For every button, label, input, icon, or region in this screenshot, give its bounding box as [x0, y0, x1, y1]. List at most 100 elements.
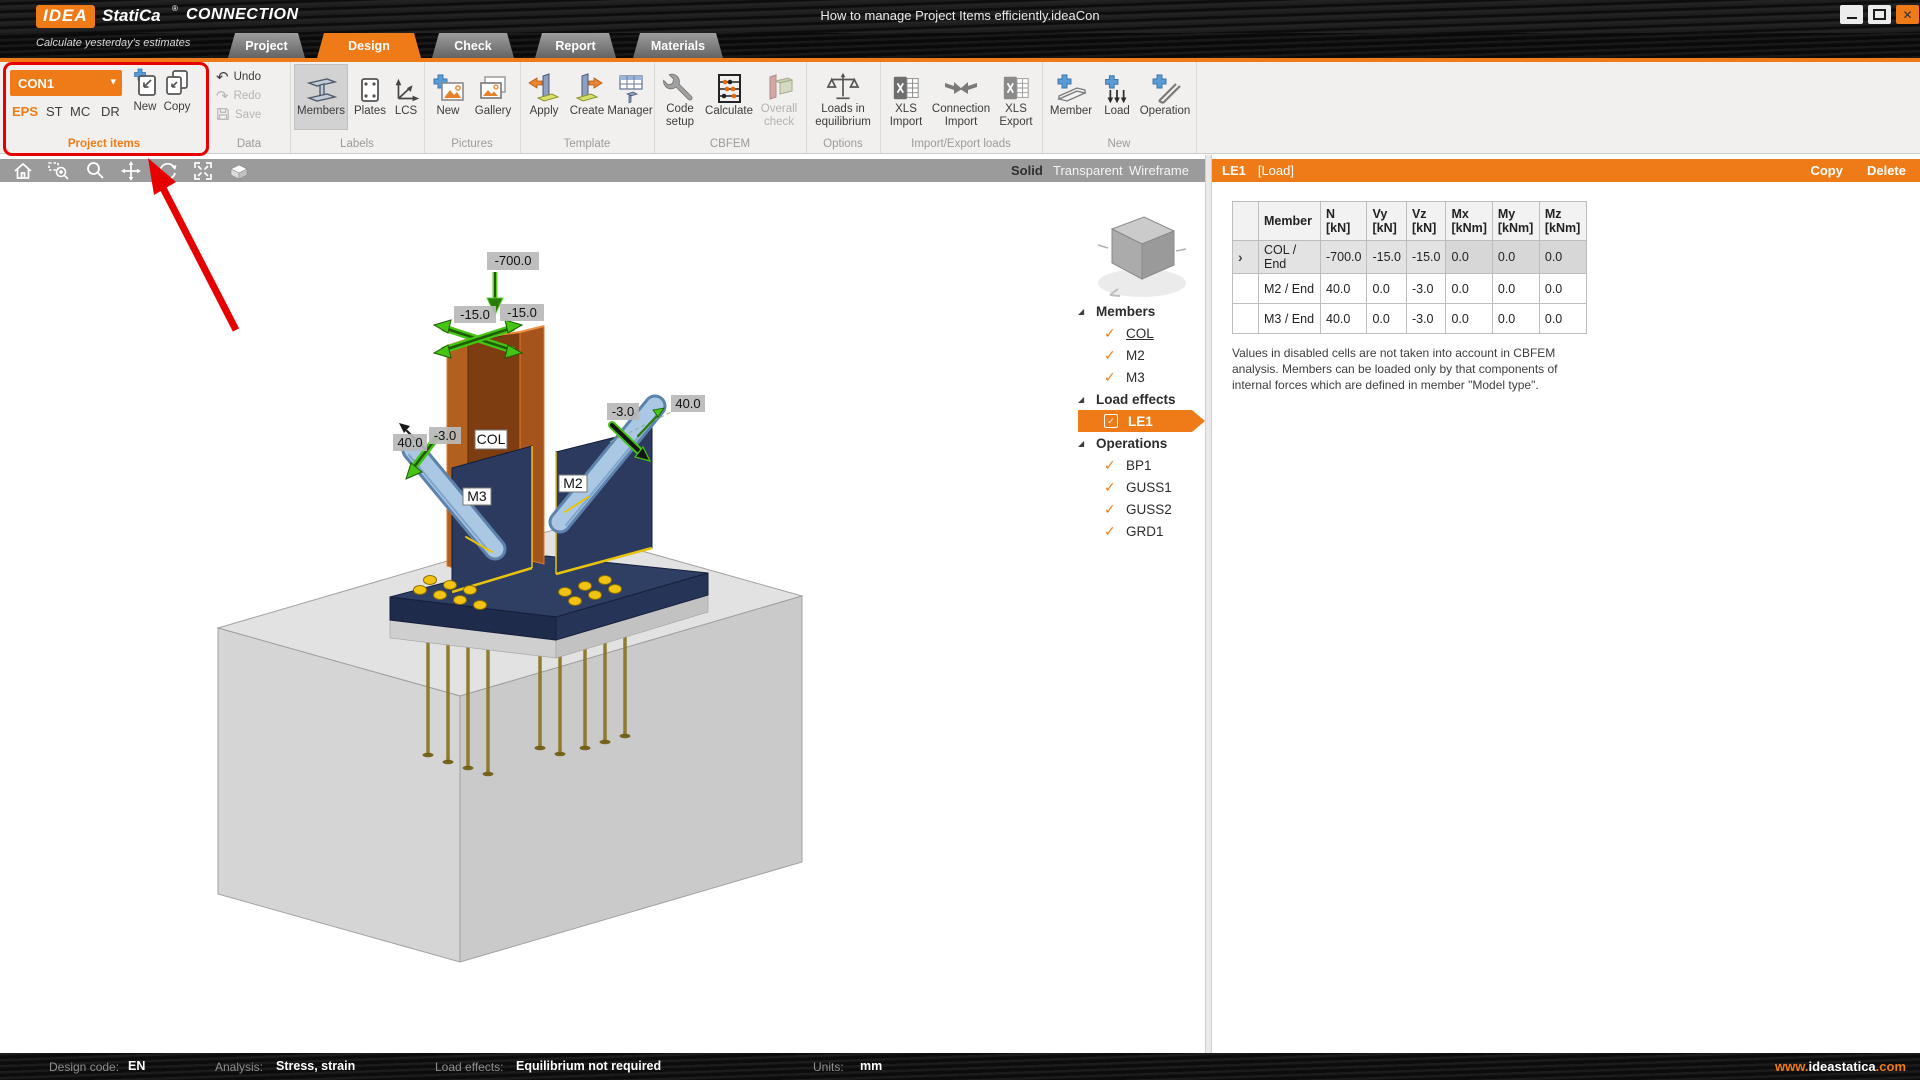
- new-operation-button[interactable]: Operation: [1137, 65, 1193, 129]
- expander-icon[interactable]: ◢: [1078, 439, 1088, 448]
- cell-mx[interactable]: 0.0: [1446, 241, 1492, 274]
- tree-section-operations[interactable]: ◢ Operations: [1078, 432, 1205, 454]
- tree-item-grd1[interactable]: ✓ GRD1: [1078, 520, 1205, 542]
- model-tree: ◢ Members ✓ COL ✓ M2 ✓ M3 ◢ Load effects…: [1078, 300, 1205, 542]
- loads-in-equilibrium-button[interactable]: Loads in equilibrium: [809, 65, 877, 129]
- svg-text:-15.0: -15.0: [460, 307, 490, 322]
- template-apply-button[interactable]: Apply: [523, 65, 565, 129]
- copy-load-button[interactable]: Copy: [1810, 163, 1843, 178]
- minimize-button[interactable]: [1840, 5, 1863, 24]
- check-icon[interactable]: ✓: [1104, 325, 1118, 342]
- panel-splitter[interactable]: [1205, 155, 1212, 1053]
- cell-mz[interactable]: 0.0: [1539, 241, 1586, 274]
- tree-section-members[interactable]: ◢ Members: [1078, 300, 1205, 322]
- members-toggle-button[interactable]: Members: [295, 65, 347, 129]
- group-label-labels: Labels: [290, 138, 424, 150]
- zoom-window-icon[interactable]: [46, 160, 72, 182]
- cell-my[interactable]: 0.0: [1492, 304, 1539, 334]
- plates-toggle-button[interactable]: Plates: [350, 65, 390, 129]
- type-button-st[interactable]: ST: [46, 104, 63, 119]
- display-mode-solid[interactable]: Solid: [1011, 159, 1043, 182]
- tab-project[interactable]: Project: [228, 33, 305, 58]
- cell-vy[interactable]: 0.0: [1367, 274, 1407, 304]
- tree-section-load-effects[interactable]: ◢ Load effects: [1078, 388, 1205, 410]
- statica-logo: StatiCa: [102, 6, 161, 26]
- cell-my[interactable]: 0.0: [1492, 241, 1539, 274]
- tab-report[interactable]: Report: [535, 33, 616, 58]
- type-button-eps[interactable]: EPS: [12, 104, 38, 119]
- home-view-icon[interactable]: [10, 160, 36, 182]
- new-item-button[interactable]: New: [130, 68, 160, 113]
- group-label-new: New: [1042, 138, 1196, 150]
- tab-design[interactable]: Design: [317, 33, 421, 58]
- connection-import-button[interactable]: Connection Import: [930, 65, 992, 129]
- connection-item-combobox[interactable]: CON1 ▾: [10, 70, 122, 96]
- tab-materials[interactable]: Materials: [633, 33, 723, 58]
- cell-vz[interactable]: -3.0: [1406, 304, 1446, 334]
- tree-item-le1[interactable]: ✓ LE1: [1078, 410, 1205, 432]
- type-button-mc[interactable]: MC: [70, 104, 90, 119]
- cell-vz[interactable]: -3.0: [1406, 274, 1446, 304]
- table-row[interactable]: M2 / End 40.0 0.0 -3.0 0.0 0.0 0.0: [1233, 274, 1587, 304]
- cell-vy[interactable]: 0.0: [1367, 304, 1407, 334]
- new-load-button[interactable]: Load: [1098, 65, 1136, 129]
- table-row[interactable]: › COL / End -700.0 -15.0 -15.0 0.0 0.0 0…: [1233, 241, 1587, 274]
- pan-icon[interactable]: [118, 160, 144, 182]
- expander-icon[interactable]: ◢: [1078, 395, 1088, 404]
- zoom-icon[interactable]: [82, 160, 108, 182]
- check-icon[interactable]: ✓: [1104, 347, 1118, 364]
- lcs-toggle-button[interactable]: LCS: [391, 65, 421, 129]
- cell-n[interactable]: 40.0: [1321, 274, 1367, 304]
- solid-view-icon[interactable]: [226, 160, 252, 182]
- new-member-button[interactable]: Member: [1045, 65, 1097, 129]
- tree-item-m3[interactable]: ✓ M3: [1078, 366, 1205, 388]
- gallery-button[interactable]: Gallery: [470, 65, 516, 129]
- tree-item-bp1[interactable]: ✓ BP1: [1078, 454, 1205, 476]
- table-row[interactable]: M3 / End 40.0 0.0 -3.0 0.0 0.0 0.0: [1233, 304, 1587, 334]
- zoom-fit-icon[interactable]: [190, 160, 216, 182]
- check-icon[interactable]: ✓: [1104, 369, 1118, 386]
- cell-mz[interactable]: 0.0: [1539, 304, 1586, 334]
- cell-mx[interactable]: 0.0: [1446, 304, 1492, 334]
- expander-icon[interactable]: ◢: [1078, 307, 1088, 316]
- new-member-icon: [1051, 65, 1091, 105]
- display-mode-transparent[interactable]: Transparent: [1053, 159, 1123, 182]
- maximize-button[interactable]: [1868, 5, 1891, 24]
- code-setup-button[interactable]: Code setup: [657, 65, 703, 129]
- template-manager-button[interactable]: Manager: [608, 65, 652, 129]
- display-mode-wireframe[interactable]: Wireframe: [1129, 159, 1189, 182]
- tab-check[interactable]: Check: [432, 33, 514, 58]
- check-icon[interactable]: ✓: [1104, 479, 1118, 496]
- redo-button[interactable]: ↷Redo: [216, 87, 290, 105]
- cell-n[interactable]: 40.0: [1321, 304, 1367, 334]
- copy-item-button[interactable]: Copy: [162, 68, 192, 113]
- tree-item-m2[interactable]: ✓ M2: [1078, 344, 1205, 366]
- undo-button[interactable]: ↶Undo: [216, 68, 290, 86]
- delete-load-button[interactable]: Delete: [1867, 163, 1906, 178]
- cell-vz[interactable]: -15.0: [1406, 241, 1446, 274]
- cell-vy[interactable]: -15.0: [1367, 241, 1407, 274]
- cell-my[interactable]: 0.0: [1492, 274, 1539, 304]
- cell-mx[interactable]: 0.0: [1446, 274, 1492, 304]
- save-button[interactable]: Save: [216, 106, 290, 124]
- xls-export-button[interactable]: XLS Export: [993, 65, 1039, 129]
- website-link[interactable]: www.ideastatica.com: [1775, 1059, 1906, 1074]
- tree-item-guss2[interactable]: ✓ GUSS2: [1078, 498, 1205, 520]
- xls-import-button[interactable]: XLS Import: [883, 65, 929, 129]
- type-button-dr[interactable]: DR: [101, 104, 120, 119]
- checkbox-checked-icon[interactable]: ✓: [1104, 414, 1118, 428]
- close-button[interactable]: ✕: [1896, 5, 1919, 24]
- check-icon[interactable]: ✓: [1104, 501, 1118, 518]
- picture-new-button[interactable]: New: [428, 65, 468, 129]
- tree-item-guss1[interactable]: ✓ GUSS1: [1078, 476, 1205, 498]
- check-icon[interactable]: ✓: [1104, 523, 1118, 540]
- navigation-cube[interactable]: [1092, 205, 1192, 305]
- cell-n[interactable]: -700.0: [1321, 241, 1367, 274]
- template-create-button[interactable]: Create: [566, 65, 608, 129]
- rotate-icon[interactable]: [154, 160, 180, 182]
- tree-item-col[interactable]: ✓ COL: [1078, 322, 1205, 344]
- check-icon[interactable]: ✓: [1104, 457, 1118, 474]
- cell-mz[interactable]: 0.0: [1539, 274, 1586, 304]
- calculate-button[interactable]: Calculate: [704, 65, 754, 129]
- overall-check-button[interactable]: Overall check: [755, 65, 803, 129]
